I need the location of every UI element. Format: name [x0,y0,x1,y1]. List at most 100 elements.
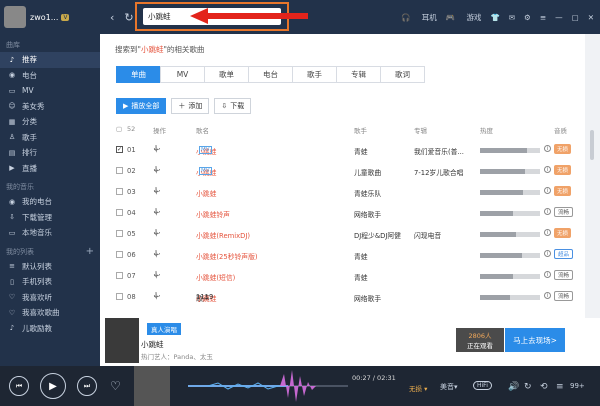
hifi-button[interactable]: HiFi [473,381,492,390]
add-playlist-icon[interactable]: + [86,246,94,257]
sidebar-item[interactable]: ♙ 歌手 [0,130,100,146]
download-button[interactable]: ⇩ 下载 [214,98,252,114]
quality-badge[interactable]: 流畅 [554,270,574,280]
mv-badge[interactable]: MV [199,146,212,154]
singer-name[interactable]: 网络歌手 [354,293,381,303]
quality-badge[interactable]: 无损 [554,228,572,238]
sidebar-item[interactable]: ▭ MV [0,83,100,99]
song-row[interactable]: 05 ＋ ⇩ ⋯ 小跳蛙(RemixDJ) DJ程少&DJ阿健 闪现电音 i 无损 [116,224,576,245]
more-icon[interactable]: ⋯ [153,186,164,195]
info-icon[interactable]: i [544,187,551,194]
result-tab[interactable]: 电台 [248,66,293,83]
song-row[interactable]: ✓ 01 ＋ ⇩ ⋯ 小跳蛙 MV 青蛙 我们爱音乐(普... i 无损 [116,140,576,161]
play-all-button[interactable]: ▶ 播放全部 [116,98,167,114]
song-row[interactable]: 08 ＋ ⇩ ⋯ 歌声 小跳蛙 1119 网络歌手 i 流畅 [116,287,576,308]
row-checkbox[interactable] [116,209,123,216]
info-icon[interactable]: i [544,229,551,236]
song-row[interactable]: 03 ＋ ⇩ ⋯ 小跳蛙 青蛙乐队 i 无损 [116,182,576,203]
go-live-button[interactable]: 马上去现场> [505,328,565,352]
album-name[interactable]: 我们爱音乐(普... [414,146,464,156]
result-tab[interactable]: 歌手 [292,66,337,83]
add-button[interactable]: ＋添加 [171,98,210,114]
more-icon[interactable]: ⋯ [153,291,164,300]
info-icon[interactable]: i [544,208,551,215]
result-tab[interactable]: 歌单 [204,66,249,83]
settings-icon[interactable]: ⚙ [524,13,531,22]
avatar[interactable] [4,6,26,28]
sidebar-item[interactable]: ♡ 我喜欢听 [0,290,100,306]
song-row[interactable]: 07 ＋ ⇩ ⋯ 小跳蛙(短信) 青蛙 i 流畅 [116,266,576,287]
singer-name[interactable]: 儿童歌曲 [354,167,381,177]
select-all-checkbox[interactable]: ▢ [116,125,122,133]
song-row[interactable]: 06 ＋ ⇩ ⋯ 小跳蛙(25秒铃声版) 青蛙 i 超品 [116,245,576,266]
result-tab[interactable]: MV [160,66,205,83]
menu-icon[interactable]: ≡ [540,13,546,22]
sidebar-item[interactable]: ▭ 本地音乐 [0,225,100,241]
sidebar-item[interactable]: ▯ 手机列表 [0,274,100,290]
more-icon[interactable]: ⋯ [153,144,164,153]
sidebar-item[interactable]: ♪ 推荐 [0,52,100,68]
row-checkbox[interactable] [116,272,123,279]
scroll-thumb[interactable] [590,130,594,160]
album-name[interactable]: 闪现电音 [414,230,441,240]
info-icon[interactable]: i [544,292,551,299]
row-checkbox[interactable] [116,251,123,258]
singer-name[interactable]: 青蛙 [354,251,368,261]
row-checkbox[interactable] [116,230,123,237]
next-button[interactable]: ⏭ [77,376,97,396]
result-tab[interactable]: 歌词 [380,66,425,83]
user-profile[interactable]: zwo1... V [0,0,100,34]
sidebar-item[interactable]: ♪ 儿歌励教 [0,321,100,337]
album-name[interactable]: 7-12岁儿歌合唱 [414,167,463,177]
sidebar-item[interactable]: ▶ 直播 [0,161,100,177]
more-icon[interactable]: ⋯ [153,249,164,258]
quality-toggle[interactable]: 无损 ▾ [409,383,427,393]
song-row[interactable]: 04 ＋ ⇩ ⋯ 小跳蛙铃声 网络歌手 i 流畅 [116,203,576,224]
album-cover[interactable] [134,366,170,406]
heart-icon[interactable]: ♡ [110,379,121,393]
game-button[interactable]: 🎮 游戏 [446,12,482,23]
maximize-icon[interactable]: ▢ [572,13,579,22]
row-checkbox[interactable] [116,293,123,300]
volume-icon[interactable]: 🔊 [508,382,519,392]
result-tab[interactable]: 专辑 [336,66,381,83]
mv-badge[interactable]: MV [199,167,212,175]
quality-badge[interactable]: 无损 [554,186,572,196]
message-icon[interactable]: ✉ [509,13,515,22]
song-row[interactable]: 02 ＋ ⇩ ⋯ 小跳蛙 MV 儿童歌曲 7-12岁儿歌合唱 i 无损 [116,161,576,182]
sidebar-item[interactable]: ⇩ 下载管理 [0,210,100,226]
waveform-progress[interactable] [188,368,348,404]
loop-icon[interactable]: ↻ [524,382,532,392]
headphone-button[interactable]: 🎧 耳机 [401,12,437,23]
result-tab[interactable]: 单曲 [116,66,161,83]
minimize-icon[interactable]: — [555,13,563,22]
playlist-icon[interactable]: ≡ [556,382,564,392]
singer-name[interactable]: DJ程少&DJ阿健 [354,230,401,240]
quality-badge[interactable]: 无损 [554,144,572,154]
refresh-icon[interactable]: ↻ [124,11,133,24]
row-checkbox[interactable]: ✓ [116,146,123,153]
quality-badge[interactable]: 超品 [554,249,574,259]
more-icon[interactable]: ⋯ [153,270,164,279]
singer-name[interactable]: 青蛙乐队 [354,188,381,198]
sidebar-item[interactable]: ▤ 排行 [0,145,100,161]
singer-name[interactable]: 青蛙 [354,272,368,282]
singer-name[interactable]: 网络歌手 [354,209,381,219]
skin-icon[interactable]: 👕 [490,13,499,22]
sidebar-item[interactable]: ◉ 我的电台 [0,194,100,210]
play-button[interactable]: ▶ [40,373,66,399]
close-icon[interactable]: ✕ [588,13,594,22]
row-checkbox[interactable] [116,188,123,195]
info-icon[interactable]: i [544,271,551,278]
info-icon[interactable]: i [544,250,551,257]
live-promo-banner[interactable]: 真人演唱 小跳蛙 热门艺人：Panda、太玉 2806人 正在观看 马上去现场> [100,318,600,366]
sidebar-item[interactable]: ▦ 分类 [0,114,100,130]
more-icon[interactable]: ⋯ [153,207,164,216]
scrollbar[interactable] [585,34,600,318]
quality-badge[interactable]: 无损 [554,165,572,175]
more-icon[interactable]: ⋯ [153,165,164,174]
quality-badge[interactable]: 流畅 [554,291,574,301]
info-icon[interactable]: i [544,166,551,173]
sidebar-item[interactable]: ♡ 我喜欢歌曲 [0,305,100,321]
more-icon[interactable]: ⋯ [153,228,164,237]
